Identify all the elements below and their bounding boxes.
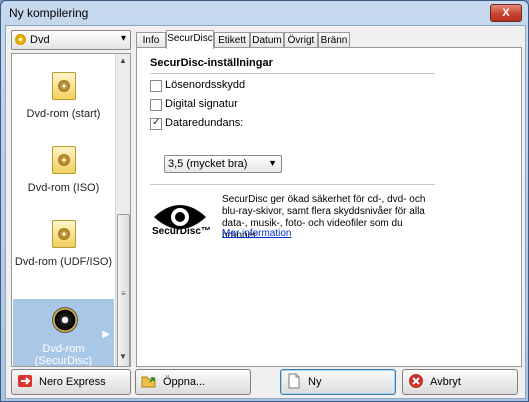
format-item-dvd-rom-start[interactable]: Dvd-rom (start) [13, 64, 114, 134]
nero-express-button[interactable]: Nero Express [11, 369, 131, 395]
dialog-window: Ny kompilering X Dvd ▾ Dvd-rom (start) D… [0, 0, 529, 402]
disc-type-value: Dvd [30, 34, 50, 46]
format-item-label: Dvd-rom (UDF/ISO) [14, 256, 113, 268]
section-title: SecurDisc-inställningar [150, 57, 273, 69]
cancel-button[interactable]: Avbryt [402, 369, 518, 395]
close-button[interactable]: X [490, 4, 522, 22]
dvd-document-icon [52, 146, 76, 174]
button-label: Öppna... [163, 376, 206, 388]
new-document-icon [288, 373, 300, 389]
tab-datum[interactable]: Datum [250, 32, 284, 48]
divider [150, 73, 435, 74]
tab-ovrigt[interactable]: Övrigt [284, 32, 318, 48]
redundancy-level-value: 3,5 (mycket bra) [168, 158, 248, 170]
format-item-dvd-rom-iso[interactable]: Dvd-rom (ISO) [13, 138, 114, 208]
more-information-link[interactable]: Mer information [222, 228, 291, 239]
button-label: Avbryt [430, 376, 461, 388]
window-title: Ny kompilering [9, 6, 89, 20]
scroll-down-icon[interactable]: ▼ [116, 350, 130, 364]
checkbox-box[interactable] [150, 117, 162, 130]
format-list: Dvd-rom (start) Dvd-rom (ISO) Dvd-rom (U… [11, 53, 131, 367]
disc-icon [15, 34, 26, 45]
securdisc-logo-text: SecurDisc™ [152, 226, 211, 237]
scrollbar-thumb[interactable]: ≡ [117, 214, 130, 366]
nero-express-icon [18, 375, 32, 387]
button-label: Nero Express [39, 376, 106, 388]
checkbox-label: Lösenordsskydd [165, 79, 246, 91]
divider [150, 184, 435, 185]
scroll-up-icon[interactable]: ▲ [116, 54, 130, 68]
grip-icon: ≡ [121, 289, 126, 298]
open-folder-icon [141, 376, 156, 388]
disc-type-dropdown[interactable]: Dvd ▾ [11, 30, 131, 50]
list-scrollbar[interactable]: ▲ ≡ ▼ [115, 54, 130, 366]
chevron-down-icon: ▼ [268, 158, 277, 168]
format-item-label: Dvd-rom (start) [26, 108, 101, 120]
format-item-dvd-rom-udf-iso[interactable]: Dvd-rom (UDF/ISO) [13, 212, 114, 282]
new-button[interactable]: Ny [280, 369, 396, 395]
dvd-document-icon [52, 72, 76, 100]
securdisc-panel: SecurDisc-inställningar Lösenordsskydd D… [136, 47, 522, 367]
format-item-label: Dvd-rom (SecurDisc) [34, 343, 93, 367]
checkbox-box[interactable] [150, 99, 162, 111]
cancel-icon [409, 374, 423, 388]
securdisc-icon [52, 307, 78, 333]
tab-info[interactable]: Info [136, 32, 166, 48]
format-item-dvd-rom-securdisc[interactable]: ▶ Dvd-rom (SecurDisc) [13, 299, 114, 367]
tab-brann[interactable]: Bränn [318, 32, 350, 48]
checkbox-box[interactable] [150, 80, 162, 92]
dvd-document-icon [52, 220, 76, 248]
title-bar: Ny kompilering X [1, 1, 528, 23]
button-label: Ny [308, 376, 322, 388]
chevron-down-icon: ▾ [120, 33, 126, 44]
tab-etikett[interactable]: Etikett [214, 32, 250, 48]
format-item-label: Dvd-rom (ISO) [27, 182, 100, 194]
tab-securdisc[interactable]: SecurDisc [166, 30, 214, 49]
redundancy-level-dropdown[interactable]: 3,5 (mycket bra) ▼ [164, 155, 282, 173]
checkbox-label: Dataredundans: [165, 117, 244, 129]
open-button[interactable]: Öppna... [135, 369, 251, 395]
dialog-body: Dvd ▾ Dvd-rom (start) Dvd-rom (ISO) Dvd-… [5, 25, 526, 399]
checkbox-label: Digital signatur [165, 98, 238, 110]
selection-arrow-icon: ▶ [102, 329, 110, 340]
format-list-items: Dvd-rom (start) Dvd-rom (ISO) Dvd-rom (U… [12, 54, 115, 366]
